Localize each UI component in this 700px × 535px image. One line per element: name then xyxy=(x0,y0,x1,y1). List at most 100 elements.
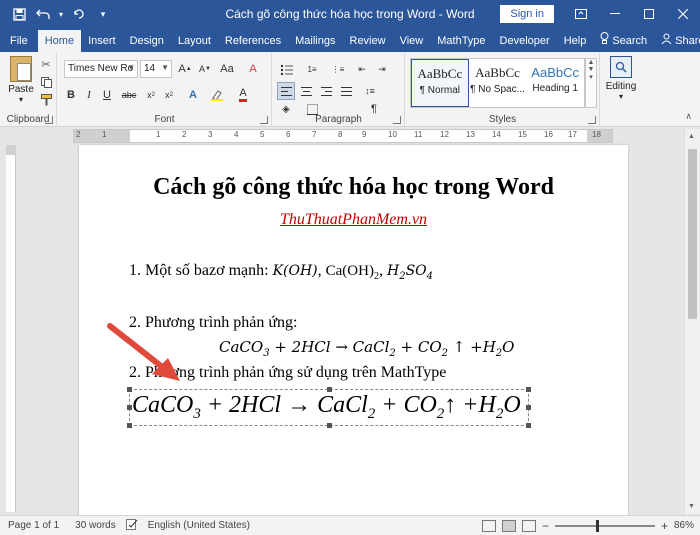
resize-handle[interactable] xyxy=(526,405,531,410)
tab-layout[interactable]: Layout xyxy=(171,30,218,52)
clipboard-launcher-icon[interactable] xyxy=(45,116,53,124)
document-link[interactable]: ThuThuatPhanMem.vn xyxy=(79,211,628,229)
multilevel-list-icon[interactable]: ⋮≡ xyxy=(329,60,347,78)
align-right-icon[interactable] xyxy=(317,82,335,100)
strikethrough-icon[interactable]: abc xyxy=(120,86,138,104)
copy-icon[interactable] xyxy=(38,74,54,90)
subscript-icon[interactable]: x2 xyxy=(142,86,160,104)
paragraph-launcher-icon[interactable] xyxy=(393,116,401,124)
grow-font-icon[interactable]: A ▲ xyxy=(176,60,194,78)
eq-text: + CO xyxy=(395,338,442,356)
bold-icon[interactable]: B xyxy=(62,86,80,104)
tab-home[interactable]: Home xyxy=(37,30,82,52)
share-button[interactable]: Share xyxy=(654,30,700,52)
editing-button[interactable]: Editing ▾ xyxy=(605,56,637,101)
math-h2so4: H2SO4 xyxy=(387,263,433,282)
paste-button[interactable]: Paste ▾ xyxy=(4,56,38,106)
numbering-icon[interactable]: 1≡ xyxy=(303,60,321,78)
language[interactable]: English (United States) xyxy=(140,520,258,531)
tab-review[interactable]: Review xyxy=(343,30,393,52)
web-layout-icon[interactable] xyxy=(521,519,536,532)
paste-dropdown-icon[interactable]: ▾ xyxy=(4,95,38,104)
tab-developer[interactable]: Developer xyxy=(493,30,557,52)
font-color-icon[interactable]: A xyxy=(234,86,252,104)
chevron-down-icon: ▾ xyxy=(618,92,623,101)
bullets-icon[interactable] xyxy=(277,60,295,78)
style-heading-1[interactable]: AaBbCc Heading 1 xyxy=(526,59,584,107)
italic-icon[interactable]: I xyxy=(80,86,98,104)
zoom-slider[interactable] xyxy=(554,519,655,532)
zoom-slider-thumb[interactable] xyxy=(596,519,600,532)
increase-indent-icon[interactable]: ⇥ xyxy=(373,60,391,78)
format-painter-icon[interactable] xyxy=(38,92,54,108)
underline-icon[interactable]: U xyxy=(98,86,116,104)
customize-qat-icon[interactable]: ▾ xyxy=(92,3,114,25)
change-case-icon[interactable]: Aa xyxy=(218,60,236,78)
collapse-ribbon-icon[interactable]: ∧ xyxy=(685,111,692,122)
proofing-icon[interactable] xyxy=(124,518,140,533)
tab-references[interactable]: References xyxy=(218,30,288,52)
font-launcher-icon[interactable] xyxy=(260,116,268,124)
eq-text: CaCO xyxy=(132,392,194,418)
align-center-icon[interactable] xyxy=(297,82,315,100)
styles-scroll[interactable]: ▲ ▼ ▾ xyxy=(585,58,597,108)
sign-in-button[interactable]: Sign in xyxy=(500,5,554,23)
font-name-combo[interactable]: Times New Ro ▼ xyxy=(64,60,138,78)
save-icon[interactable] xyxy=(8,3,30,25)
vertical-scrollbar[interactable]: ▲ ▼ xyxy=(684,129,700,514)
scroll-down-icon[interactable]: ▼ xyxy=(688,503,695,510)
resize-handle[interactable] xyxy=(526,423,531,428)
close-icon[interactable] xyxy=(666,0,700,28)
clipboard-group: Paste ▾ ✂ Clipboard xyxy=(0,52,57,127)
superscript-icon[interactable]: x2 xyxy=(160,86,178,104)
font-size-combo[interactable]: 14 ▼ xyxy=(140,60,172,78)
style-name: ¶ Normal xyxy=(419,85,461,96)
cut-icon[interactable]: ✂ xyxy=(38,56,54,72)
resize-handle[interactable] xyxy=(327,387,332,392)
redo-icon[interactable] xyxy=(68,3,90,25)
tell-me-search[interactable]: Search xyxy=(593,30,654,52)
line-spacing-icon[interactable]: ↕≡ xyxy=(361,82,379,100)
tab-file[interactable]: File xyxy=(0,30,38,52)
style-no-spacing[interactable]: AaBbCc ¶ No Spac... xyxy=(469,59,527,107)
zoom-in-icon[interactable]: + xyxy=(661,519,668,533)
tab-mailings[interactable]: Mailings xyxy=(288,30,342,52)
page-count[interactable]: Page 1 of 1 xyxy=(0,520,67,531)
align-left-icon[interactable] xyxy=(277,82,295,100)
vertical-ruler[interactable] xyxy=(6,145,16,512)
highlight-icon[interactable] xyxy=(208,86,226,104)
horizontal-ruler[interactable]: 2 1 1 2 3 4 5 6 7 8 9 10 11 12 13 14 15 … xyxy=(73,129,613,143)
zoom-out-icon[interactable]: − xyxy=(542,519,549,533)
text-effects-icon[interactable]: A xyxy=(184,86,202,104)
scrollbar-thumb[interactable] xyxy=(688,149,697,319)
scroll-up-icon[interactable]: ▲ xyxy=(688,133,695,140)
decrease-indent-icon[interactable]: ⇤ xyxy=(353,60,371,78)
clear-formatting-icon[interactable]: A xyxy=(244,60,262,78)
ribbon-display-options-icon[interactable] xyxy=(564,0,598,28)
undo-dropdown-icon[interactable]: ▾ xyxy=(56,3,66,25)
tab-view[interactable]: View xyxy=(393,30,431,52)
minimize-icon[interactable] xyxy=(598,0,632,28)
style-name: ¶ No Spac... xyxy=(470,84,525,95)
mathtype-equation-object[interactable]: CaCO3 + 2HCl → CaCl2 + CO2↑ +H2O xyxy=(127,387,531,428)
zoom-level[interactable]: 86% xyxy=(674,520,694,531)
justify-icon[interactable] xyxy=(337,82,355,100)
tab-mathtype[interactable]: MathType xyxy=(430,30,492,52)
status-bar: Page 1 of 1 30 words English (United Sta… xyxy=(0,515,700,535)
styles-launcher-icon[interactable] xyxy=(588,116,596,124)
undo-icon[interactable] xyxy=(32,3,54,25)
resize-handle[interactable] xyxy=(127,423,132,428)
print-layout-icon[interactable] xyxy=(501,519,516,532)
resize-handle[interactable] xyxy=(327,423,332,428)
tab-help[interactable]: Help xyxy=(557,30,594,52)
shrink-font-icon[interactable]: A ▼ xyxy=(196,60,214,78)
resize-handle[interactable] xyxy=(127,405,132,410)
resize-handle[interactable] xyxy=(526,387,531,392)
maximize-icon[interactable] xyxy=(632,0,666,28)
read-mode-icon[interactable] xyxy=(481,519,496,532)
style-normal[interactable]: AaBbCc ¶ Normal xyxy=(411,59,469,107)
equation-builtin[interactable]: CaCO3 + 2HCl → CaCl2 + CO2 ↑ +H2O xyxy=(219,338,514,359)
tab-insert[interactable]: Insert xyxy=(81,30,123,52)
word-count[interactable]: 30 words xyxy=(67,520,124,531)
tab-design[interactable]: Design xyxy=(123,30,171,52)
